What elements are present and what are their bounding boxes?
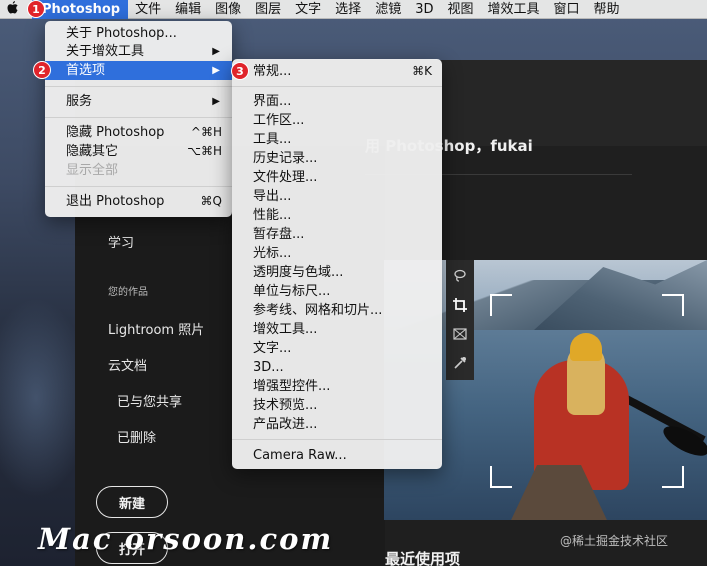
shortcut-label: ^⌘H xyxy=(190,125,222,139)
menu-item-label: 退出 Photoshop xyxy=(66,194,165,209)
menu-item-label: 显示全部 xyxy=(66,163,119,178)
pref-item-product-improvement[interactable]: 产品改进... xyxy=(232,415,442,434)
menu-bar: Photoshop 文件 编辑 图像 图层 文字 选择 滤镜 3D 视图 增效工… xyxy=(0,0,707,19)
pref-item-cursors[interactable]: 光标... xyxy=(232,244,442,263)
pref-item-history[interactable]: 历史记录... xyxy=(232,149,442,168)
sidebar-item-deleted[interactable]: 已删除 xyxy=(117,427,156,446)
pref-item-general[interactable]: 常规... ⌘K xyxy=(232,62,442,81)
recent-heading: 最近使用项 xyxy=(385,550,461,566)
tool-strip xyxy=(446,260,474,380)
menu-item-label: 隐藏 Photoshop xyxy=(66,125,165,140)
pref-item-scratch-disks[interactable]: 暂存盘... xyxy=(232,225,442,244)
menu-item-label: 常规... xyxy=(253,64,292,79)
menu-item-label: 首选项 xyxy=(66,63,106,78)
menu-item-about-plugins[interactable]: 关于增效工具 ▶ xyxy=(45,42,232,61)
step-badge-3: 3 xyxy=(231,62,249,80)
apple-logo-icon[interactable] xyxy=(0,0,24,18)
menu-item-preferences[interactable]: 首选项 ▶ xyxy=(45,61,232,80)
menu-item-show-all: 显示全部 xyxy=(45,161,232,180)
pref-item-performance[interactable]: 性能... xyxy=(232,206,442,225)
sidebar-item-cloud-docs[interactable]: 云文档 xyxy=(108,355,147,374)
shortcut-label: ⌘K xyxy=(412,64,432,78)
menu-filter[interactable]: 滤镜 xyxy=(368,0,408,19)
menu-file[interactable]: 文件 xyxy=(128,0,168,19)
sidebar-section-your-work: 您的作品 xyxy=(108,287,148,298)
menu-item-label: 关于 Photoshop... xyxy=(66,26,177,41)
pref-item-3d[interactable]: 3D... xyxy=(232,358,442,377)
menu-select[interactable]: 选择 xyxy=(328,0,368,19)
menu-layer[interactable]: 图层 xyxy=(248,0,288,19)
menu-separator xyxy=(232,86,442,87)
submenu-arrow-icon: ▶ xyxy=(212,46,220,57)
menu-item-services[interactable]: 服务 ▶ xyxy=(45,92,232,111)
pref-item-enhanced-controls[interactable]: 增强型控件... xyxy=(232,377,442,396)
shortcut-label: ⌥⌘H xyxy=(187,144,222,158)
menu-3d[interactable]: 3D xyxy=(408,0,440,19)
pref-item-workspace[interactable]: 工作区... xyxy=(232,111,442,130)
frame-icon[interactable] xyxy=(450,324,470,344)
pref-item-file-handling[interactable]: 文件处理... xyxy=(232,168,442,187)
pref-item-export[interactable]: 导出... xyxy=(232,187,442,206)
menu-separator xyxy=(45,86,232,87)
menu-image[interactable]: 图像 xyxy=(208,0,248,19)
menu-photoshop[interactable]: Photoshop xyxy=(32,0,129,19)
step-badge-2: 2 xyxy=(33,61,51,79)
new-button-label: 新建 xyxy=(118,496,145,512)
crop-corner-bl xyxy=(490,466,512,488)
menu-edit[interactable]: 编辑 xyxy=(168,0,208,19)
sidebar-item-shared[interactable]: 已与您共享 xyxy=(117,391,182,410)
menu-plugins[interactable]: 增效工具 xyxy=(481,0,547,19)
menu-separator xyxy=(232,439,442,440)
crop-corner-tr xyxy=(662,294,684,316)
lasso-icon[interactable] xyxy=(450,266,470,286)
sidebar-item-lightroom[interactable]: Lightroom 照片 xyxy=(108,319,204,338)
menu-item-label: 服务 xyxy=(66,94,93,109)
pref-item-transparency[interactable]: 透明度与色域... xyxy=(232,263,442,282)
menu-view[interactable]: 视图 xyxy=(440,0,480,19)
menu-item-quit[interactable]: 退出 Photoshop ⌘Q xyxy=(45,192,232,211)
pref-item-plugins[interactable]: 增效工具... xyxy=(232,320,442,339)
menu-separator xyxy=(45,117,232,118)
submenu-arrow-icon: ▶ xyxy=(212,96,220,107)
menu-type[interactable]: 文字 xyxy=(288,0,328,19)
photoshop-app-menu: 关于 Photoshop... 关于增效工具 ▶ 首选项 ▶ 服务 ▶ 隐藏 P… xyxy=(45,21,232,217)
menu-item-label: 关于增效工具 xyxy=(66,44,145,59)
pref-item-camera-raw[interactable]: Camera Raw... xyxy=(232,446,442,465)
crop-corner-br xyxy=(662,466,684,488)
pref-item-tech-previews[interactable]: 技术预览... xyxy=(232,396,442,415)
watermark-text: Mac orsoon.com xyxy=(38,522,334,556)
crop-corner-tl xyxy=(490,294,512,316)
menu-item-about-photoshop[interactable]: 关于 Photoshop... xyxy=(45,24,232,43)
pref-item-type[interactable]: 文字... xyxy=(232,339,442,358)
crop-icon[interactable] xyxy=(450,295,470,315)
shortcut-label: ⌘Q xyxy=(200,194,222,208)
menu-separator xyxy=(45,186,232,187)
menu-window[interactable]: 窗口 xyxy=(547,0,587,19)
step-badge-1: 1 xyxy=(27,0,45,18)
menu-item-hide-others[interactable]: 隐藏其它 ⌥⌘H xyxy=(45,142,232,161)
credit-text: @稀土掘金技术社区 xyxy=(560,534,669,548)
pref-item-interface[interactable]: 界面... xyxy=(232,92,442,111)
hat-shape xyxy=(570,333,602,361)
sidebar-item-learn[interactable]: 学习 xyxy=(108,232,134,251)
preferences-submenu: 常规... ⌘K 界面... 工作区... 工具... 历史记录... 文件处理… xyxy=(232,59,442,469)
submenu-arrow-icon: ▶ xyxy=(212,65,220,76)
menu-item-hide-photoshop[interactable]: 隐藏 Photoshop ^⌘H xyxy=(45,123,232,142)
pref-item-guides-grid[interactable]: 参考线、网格和切片... xyxy=(232,301,442,320)
new-button[interactable]: 新建 xyxy=(96,486,168,518)
menu-item-label: 隐藏其它 xyxy=(66,144,119,159)
pref-item-tools[interactable]: 工具... xyxy=(232,130,442,149)
menu-help[interactable]: 帮助 xyxy=(587,0,627,19)
eyedropper-icon[interactable] xyxy=(450,353,470,373)
pref-item-units-rulers[interactable]: 单位与标尺... xyxy=(232,282,442,301)
